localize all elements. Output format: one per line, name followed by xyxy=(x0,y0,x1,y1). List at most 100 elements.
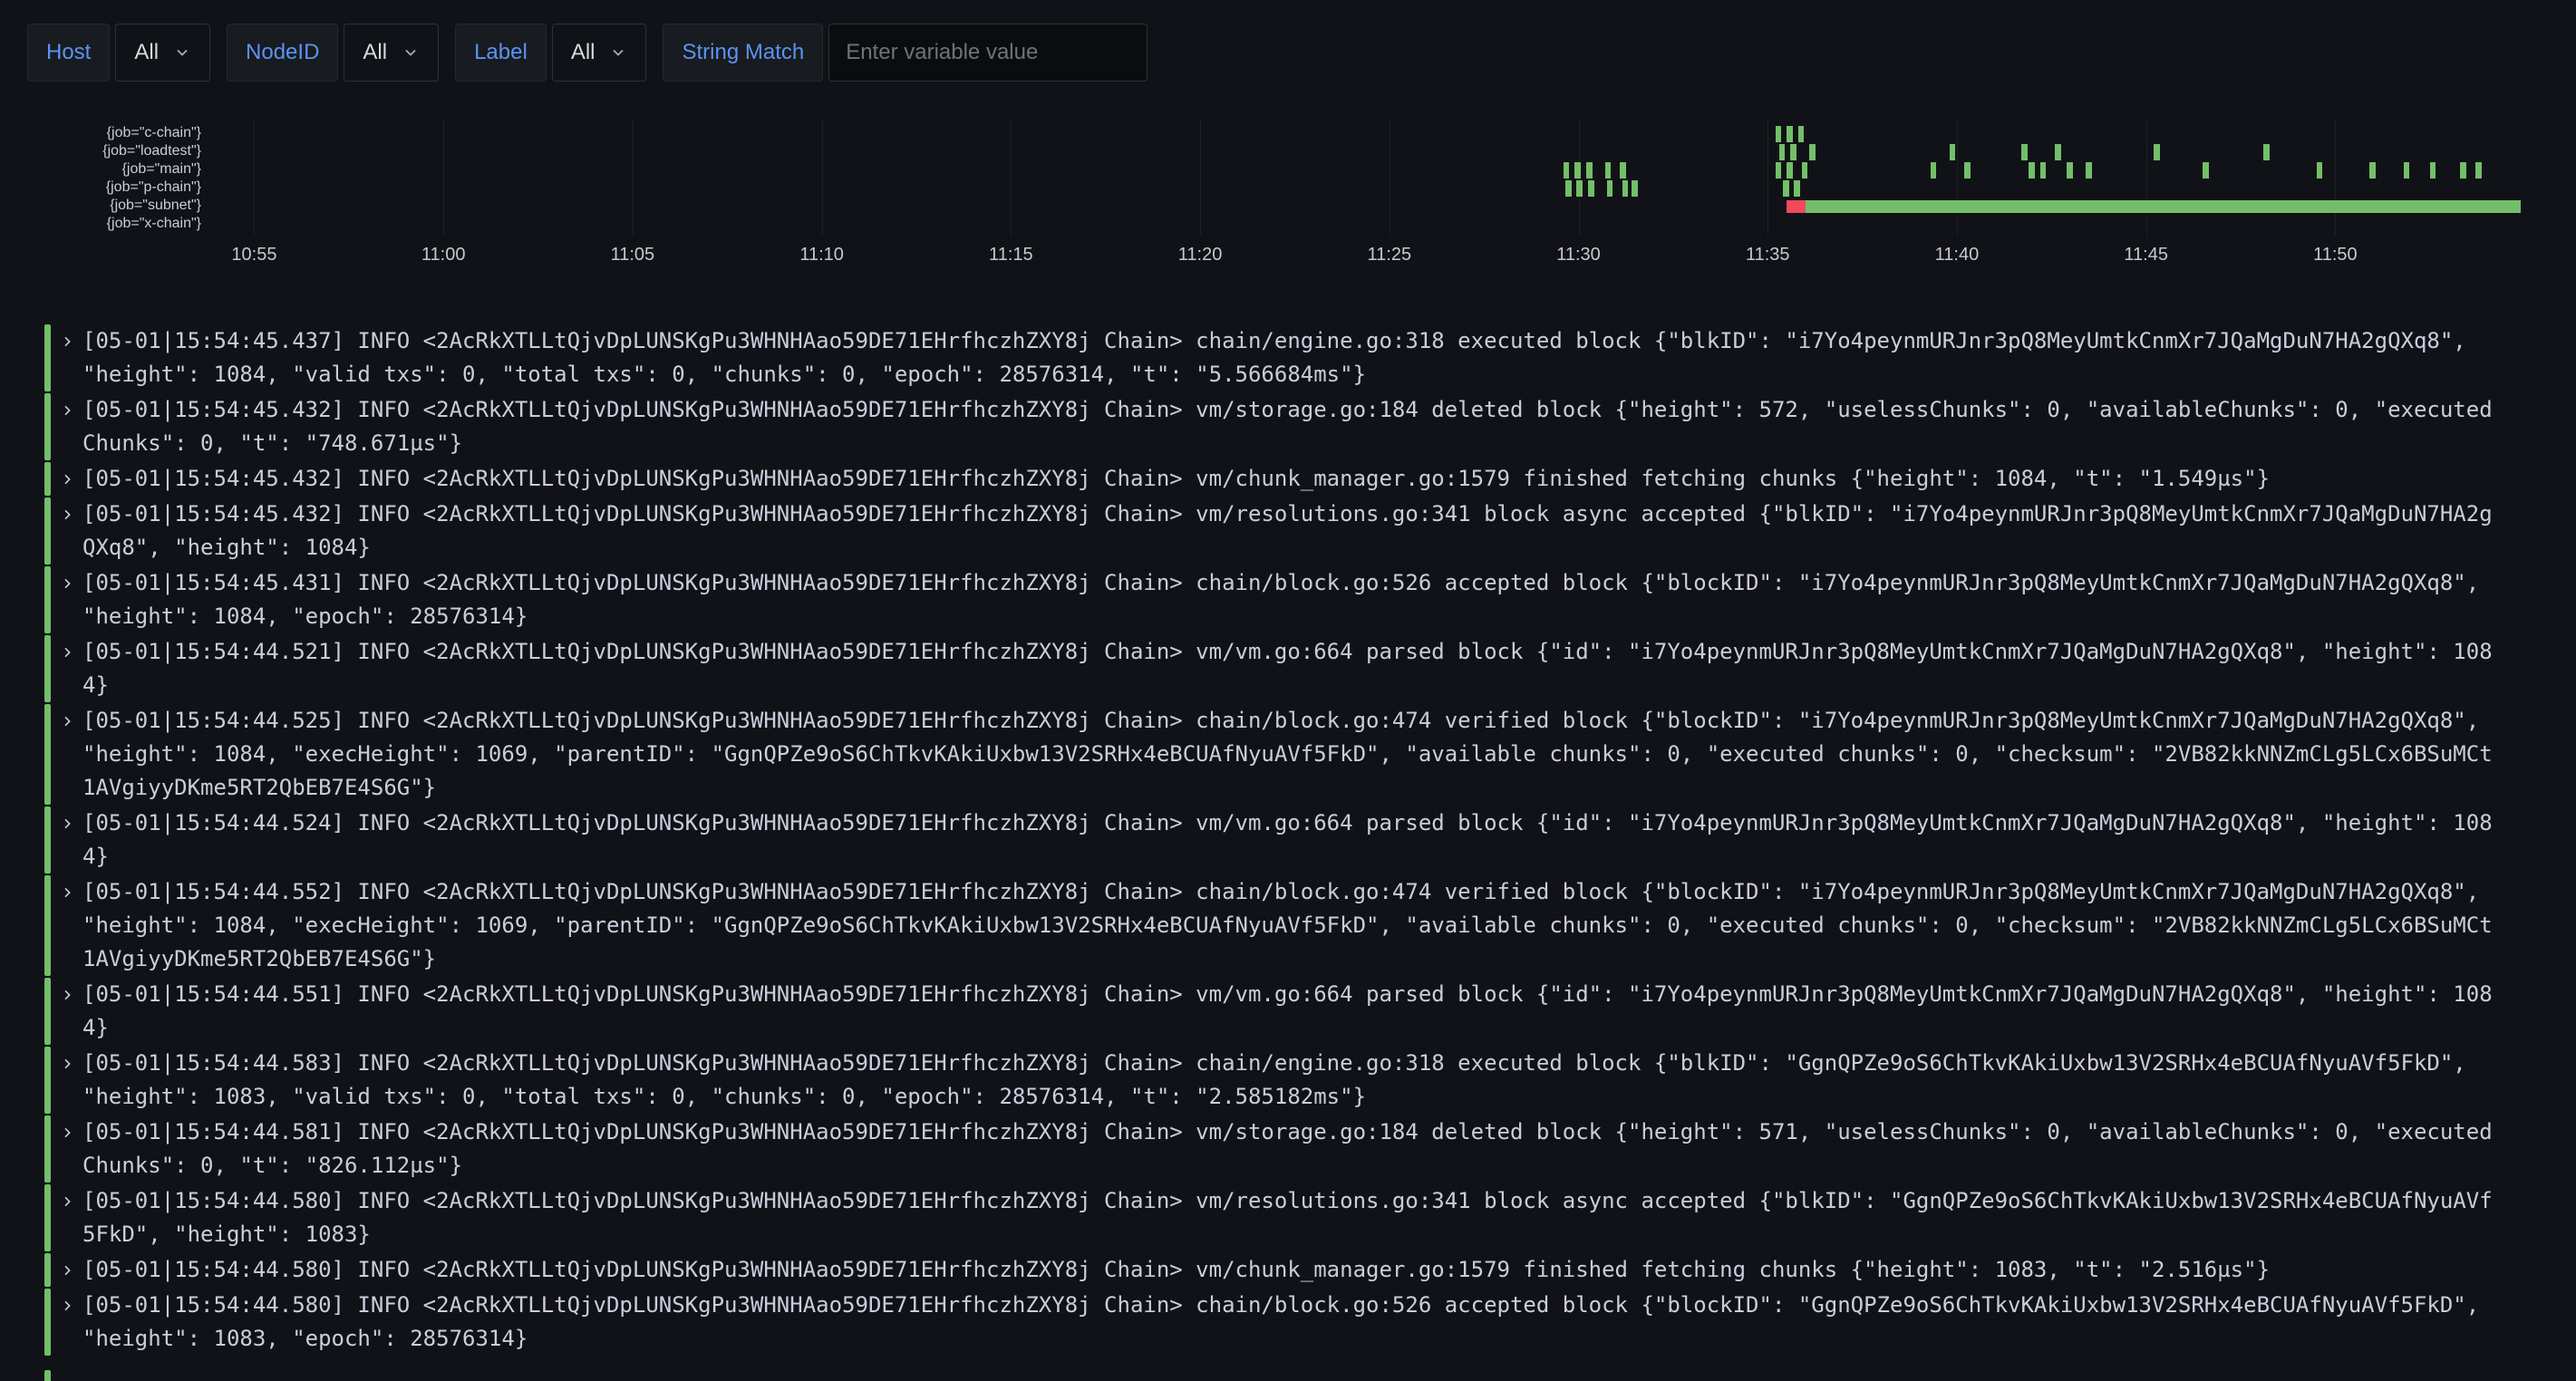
log-row[interactable]: [05-01|15:54:44.580] INFO <2AcRkXTLLtQjv… xyxy=(44,1289,2576,1356)
log-row[interactable]: [05-01|15:54:44.521] INFO <2AcRkXTLLtQjv… xyxy=(44,635,2576,702)
log-volume-mark xyxy=(2055,144,2061,160)
log-level-bar-info xyxy=(44,635,51,702)
log-volume-mark xyxy=(2263,144,2270,160)
log-level-bar-info xyxy=(44,1184,51,1251)
log-level-bar-info xyxy=(44,566,51,633)
log-volume-mark xyxy=(1564,162,1570,179)
log-line-message: [05-01|15:54:44.581] INFO <2AcRkXTLLtQjv… xyxy=(82,1115,2494,1183)
legend-item[interactable]: {job="loadtest"} xyxy=(27,142,201,160)
variable-select-nodeid[interactable]: All xyxy=(344,24,439,82)
log-volume-mark xyxy=(1574,162,1581,179)
log-volume-mark xyxy=(1783,180,1789,197)
gridline xyxy=(254,120,255,236)
log-volume-mark xyxy=(2029,162,2035,179)
variable-value-host: All xyxy=(134,40,159,65)
expand-chevron-icon[interactable] xyxy=(51,978,82,1011)
log-volume-mark xyxy=(2203,162,2209,179)
variable-label-string-match: String Match xyxy=(663,24,823,82)
x-axis-tick-label: 11:30 xyxy=(1556,245,1601,266)
legend-item[interactable]: {job="subnet"} xyxy=(27,197,201,215)
log-row[interactable]: [05-01|15:54:45.437] INFO <2AcRkXTLLtQjv… xyxy=(44,324,2576,391)
log-line-message: [05-01|15:54:44.583] INFO <2AcRkXTLLtQjv… xyxy=(82,1047,2494,1114)
log-row[interactable]: [05-01|15:54:44.583] INFO <2AcRkXTLLtQjv… xyxy=(44,1047,2576,1114)
variable-label-label: Label xyxy=(455,24,547,82)
log-volume-panel: 10:5511:0011:0511:1011:1511:2011:2511:30… xyxy=(27,101,2543,274)
log-volume-mark xyxy=(1622,180,1629,197)
gridline xyxy=(1011,120,1012,236)
log-level-bar-info xyxy=(44,1115,51,1183)
log-volume-band xyxy=(1806,200,2521,213)
log-volume-mark xyxy=(1588,180,1594,197)
log-volume-mark xyxy=(1607,180,1613,197)
legend-item[interactable]: {job="main"} xyxy=(27,160,201,179)
log-row[interactable]: [05-01|15:54:44.581] INFO <2AcRkXTLLtQjv… xyxy=(44,1115,2576,1183)
expand-chevron-icon[interactable] xyxy=(51,1115,82,1149)
log-volume-mark xyxy=(1964,162,1971,179)
log-row[interactable]: [05-01|15:54:44.580] INFO <2AcRkXTLLtQjv… xyxy=(44,1184,2576,1251)
log-volume-mark xyxy=(1779,144,1786,160)
expand-chevron-icon[interactable] xyxy=(51,1184,82,1218)
x-axis-tick-label: 11:00 xyxy=(421,245,466,266)
log-line-message: [05-01|15:54:44.552] INFO <2AcRkXTLLtQjv… xyxy=(82,875,2494,976)
log-row[interactable]: [05-01|15:54:45.432] INFO <2AcRkXTLLtQjv… xyxy=(44,393,2576,460)
log-row[interactable]: [05-01|15:54:44.525] INFO <2AcRkXTLLtQjv… xyxy=(44,704,2576,805)
x-axis-tick-label: 11:25 xyxy=(1368,245,1412,266)
log-level-bar-info xyxy=(44,324,51,391)
gridline xyxy=(822,120,823,236)
string-match-input[interactable] xyxy=(828,24,1148,82)
expand-chevron-icon[interactable] xyxy=(51,704,82,738)
expand-chevron-icon[interactable] xyxy=(51,875,82,909)
log-line-message: [05-01|15:54:44.580] INFO <2AcRkXTLLtQjv… xyxy=(82,1253,2494,1287)
logs-panel: [05-01|15:54:45.437] INFO <2AcRkXTLLtQjv… xyxy=(44,324,2576,1381)
log-volume-mark xyxy=(2067,162,2073,179)
log-volume-mark xyxy=(1632,180,1638,197)
log-row[interactable]: [05-01|15:54:45.432] INFO <2AcRkXTLLtQjv… xyxy=(44,497,2576,565)
log-row[interactable]: [05-01|15:54:44.580] INFO <2AcRkXTLLtQjv… xyxy=(44,1253,2576,1287)
variable-select-label[interactable]: All xyxy=(552,24,647,82)
variable-group-string-match: String Match xyxy=(663,24,1148,82)
expand-chevron-icon[interactable] xyxy=(51,1289,82,1322)
log-volume-mark xyxy=(2021,144,2028,160)
log-level-bar-info xyxy=(44,1370,51,1381)
log-line-message: [05-01|15:54:44.525] INFO <2AcRkXTLLtQjv… xyxy=(82,704,2494,805)
log-volume-mark xyxy=(1620,162,1626,179)
x-axis-tick-label: 11:35 xyxy=(1746,245,1790,266)
variable-group-label: Label All xyxy=(455,24,646,82)
log-level-bar-info xyxy=(44,497,51,565)
log-line-message: [05-01|15:54:45.432] INFO <2AcRkXTLLtQjv… xyxy=(82,393,2494,460)
log-row[interactable]: [05-01|15:54:45.432] INFO <2AcRkXTLLtQjv… xyxy=(44,462,2576,496)
log-volume-mark xyxy=(2475,162,2482,179)
log-volume-mark xyxy=(1931,162,1937,179)
x-axis-tick-label: 11:45 xyxy=(2124,245,2168,266)
expand-chevron-icon[interactable] xyxy=(51,393,82,427)
expand-chevron-icon[interactable] xyxy=(51,566,82,600)
gridline xyxy=(1957,120,1958,236)
expand-chevron-icon[interactable] xyxy=(51,497,82,531)
log-volume-mark xyxy=(1809,144,1816,160)
log-volume-mark xyxy=(1586,162,1593,179)
legend-item[interactable]: {job="x-chain"} xyxy=(27,215,201,233)
legend-item[interactable]: {job="c-chain"} xyxy=(27,124,201,142)
expand-chevron-icon[interactable] xyxy=(51,324,82,358)
gridline xyxy=(2146,120,2147,236)
x-axis-tick-label: 11:40 xyxy=(1935,245,1980,266)
log-volume-mark xyxy=(1790,144,1796,160)
expand-chevron-icon[interactable] xyxy=(51,806,82,840)
log-row-partial[interactable] xyxy=(44,1370,2576,1381)
log-row[interactable]: [05-01|15:54:45.431] INFO <2AcRkXTLLtQjv… xyxy=(44,566,2576,633)
log-row[interactable]: [05-01|15:54:44.524] INFO <2AcRkXTLLtQjv… xyxy=(44,806,2576,874)
log-volume-mark xyxy=(1776,162,1782,179)
expand-chevron-icon[interactable] xyxy=(51,1047,82,1080)
variable-select-host[interactable]: All xyxy=(115,24,210,82)
log-line-message: [05-01|15:54:45.432] INFO <2AcRkXTLLtQjv… xyxy=(82,497,2494,565)
log-row[interactable]: [05-01|15:54:44.552] INFO <2AcRkXTLLtQjv… xyxy=(44,875,2576,976)
log-level-bar-info xyxy=(44,806,51,874)
chevron-down-icon xyxy=(173,43,191,62)
expand-chevron-icon[interactable] xyxy=(51,1253,82,1287)
legend-item[interactable]: {job="p-chain"} xyxy=(27,179,201,197)
expand-chevron-icon[interactable] xyxy=(51,462,82,496)
gridline xyxy=(2335,120,2336,236)
expand-chevron-icon[interactable] xyxy=(51,635,82,669)
log-row[interactable]: [05-01|15:54:44.551] INFO <2AcRkXTLLtQjv… xyxy=(44,978,2576,1045)
log-volume-mark xyxy=(1950,144,1956,160)
